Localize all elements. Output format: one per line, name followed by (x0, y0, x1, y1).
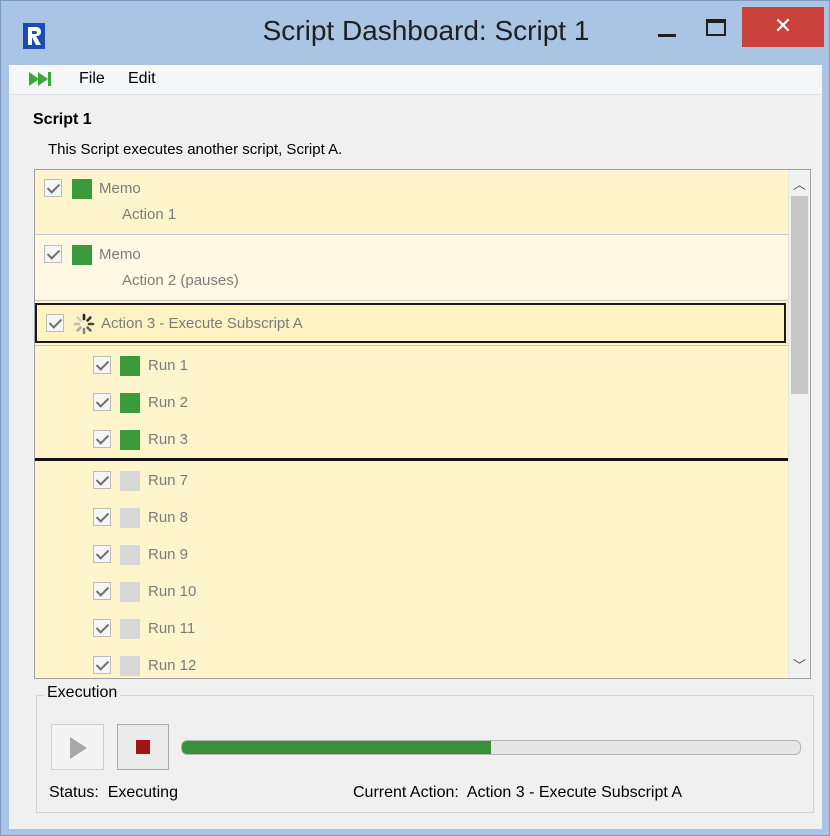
run-row[interactable]: Run 12 (35, 647, 788, 678)
run-row[interactable]: Run 10 (35, 573, 788, 610)
status-complete-icon (72, 179, 92, 199)
menu-file[interactable]: File (79, 70, 105, 88)
menu-edit[interactable]: Edit (128, 70, 156, 88)
action-row-selected[interactable]: Action 3 - Execute Subscript A (35, 303, 786, 343)
status-label: Status: (49, 784, 99, 801)
status-value: Executing (107, 784, 178, 801)
script-name: Script 1 (33, 111, 92, 128)
run-checkbox[interactable] (93, 582, 111, 600)
run-label: Run 8 (148, 509, 189, 526)
row-divider (35, 345, 788, 346)
status-pending-icon (120, 582, 140, 602)
action-title: Memo (99, 246, 141, 263)
action-row[interactable]: Memo Action 2 (pauses) (35, 235, 788, 299)
window-title: Script Dashboard: Script 1 (262, 15, 590, 46)
status-text: Status: Executing (49, 784, 178, 802)
scrollbar-thumb[interactable] (791, 196, 808, 394)
running-spinner-icon (73, 313, 95, 335)
script-description: This Script executes another script, Scr… (48, 141, 343, 158)
run-row[interactable]: Run 9 (35, 536, 788, 573)
action-subtitle: Action 2 (pauses) (122, 272, 239, 289)
status-complete-icon (120, 356, 140, 376)
action-checkbox[interactable] (44, 179, 62, 197)
run-checkbox[interactable] (93, 393, 111, 411)
maximize-icon (706, 19, 726, 36)
run-label: Run 11 (148, 620, 196, 637)
run-row[interactable]: Run 1 (35, 347, 788, 384)
run-label: Run 3 (148, 431, 189, 448)
run-row[interactable]: Run 2 (35, 384, 788, 421)
run-label: Run 2 (148, 394, 189, 411)
stop-button[interactable] (117, 724, 169, 770)
play-button[interactable] (51, 724, 104, 770)
execution-group-label: Execution (44, 684, 121, 702)
action-row[interactable]: Memo Action 1 (35, 170, 788, 234)
menu-bar: File Edit (9, 65, 822, 95)
run-checkbox[interactable] (93, 356, 111, 374)
progress-bar (181, 740, 801, 755)
scroll-down-arrow-icon[interactable]: ﹀ (793, 655, 806, 674)
execution-group: Execution Status: Executing Current Acti… (36, 684, 814, 813)
progress-fill (182, 741, 491, 754)
runs-divider (35, 458, 788, 461)
run-row[interactable]: Run 7 (35, 462, 788, 499)
action-list[interactable]: Memo Action 1 Memo Action 2 (pauses) Act… (34, 169, 811, 679)
run-label: Run 1 (148, 357, 189, 374)
run-label: Run 10 (148, 583, 197, 600)
scroll-up-arrow-icon[interactable]: ︿ (793, 174, 806, 193)
run-label: Run 7 (148, 472, 189, 489)
status-complete-icon (120, 430, 140, 450)
action-checkbox[interactable] (44, 245, 62, 263)
maximize-button[interactable] (696, 7, 740, 47)
action-subtitle: Action 1 (122, 206, 177, 223)
close-button[interactable]: ✕ (742, 7, 824, 47)
run-label: Run 12 (148, 657, 197, 674)
run-checkbox[interactable] (93, 471, 111, 489)
status-complete-icon (72, 245, 92, 265)
current-action-text: Current Action: Action 3 - Execute Subsc… (353, 784, 682, 802)
run-row[interactable]: Run 8 (35, 499, 788, 536)
app-logo-icon (23, 23, 45, 49)
vertical-scrollbar[interactable]: ︿ ﹀ (788, 170, 810, 678)
client-area: File Edit Script 1 This Script executes … (9, 65, 822, 829)
minimize-icon (658, 34, 676, 37)
run-label: Run 9 (148, 546, 189, 563)
title-bar[interactable]: Script Dashboard: Script 1 ✕ (1, 1, 829, 65)
row-divider (35, 300, 788, 301)
run-checkbox[interactable] (93, 508, 111, 526)
run-checkbox[interactable] (93, 619, 111, 637)
status-pending-icon (120, 545, 140, 565)
status-pending-icon (120, 656, 140, 676)
run-checkbox[interactable] (93, 430, 111, 448)
run-row[interactable]: Run 3 (35, 421, 788, 458)
status-pending-icon (120, 619, 140, 639)
current-action-value: Action 3 - Execute Subscript A (466, 784, 683, 801)
status-pending-icon (120, 471, 140, 491)
action-title: Action 3 - Execute Subscript A (101, 315, 303, 332)
status-complete-icon (120, 393, 140, 413)
current-action-label: Current Action: (353, 784, 459, 801)
action-checkbox[interactable] (46, 314, 64, 332)
minimize-button[interactable] (646, 7, 690, 47)
script-dashboard-window: Script Dashboard: Script 1 ✕ File Edit S… (0, 0, 830, 836)
status-pending-icon (120, 508, 140, 528)
action-title: Memo (99, 180, 141, 197)
run-checkbox[interactable] (93, 656, 111, 674)
run-row[interactable]: Run 11 (35, 610, 788, 647)
run-checkbox[interactable] (93, 545, 111, 563)
run-script-icon[interactable] (29, 70, 55, 88)
